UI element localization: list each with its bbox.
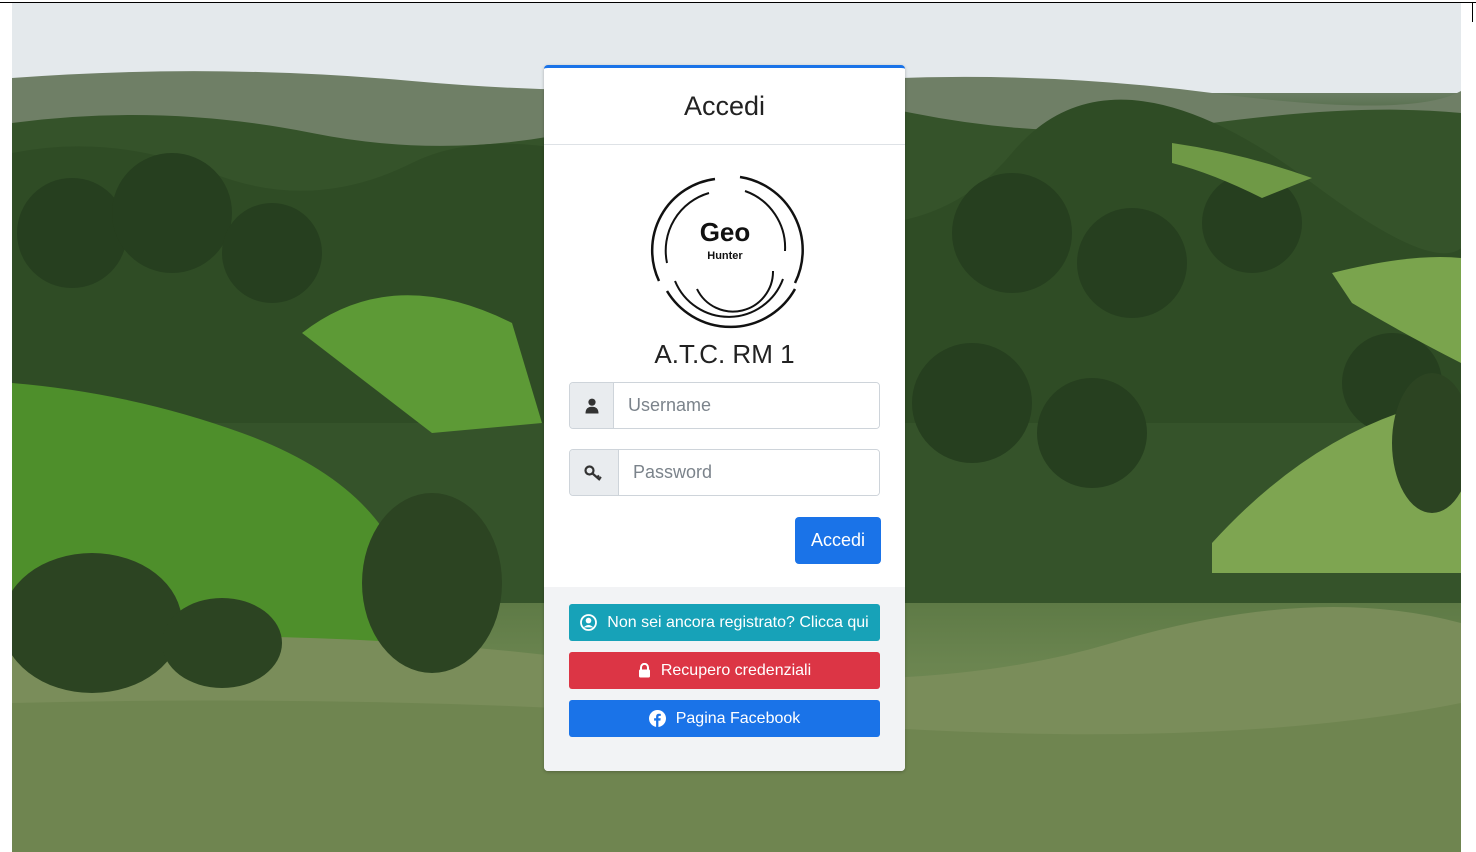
recover-credentials-button[interactable]: Recupero credenziali — [569, 652, 880, 689]
login-card: Accedi Geo Hunter A.T.C. RM 1 Username A… — [544, 65, 905, 771]
recover-label: Recupero credenziali — [660, 661, 812, 679]
geo-hunter-logo: Geo Hunter — [645, 171, 805, 331]
card-header: Accedi — [544, 68, 905, 145]
card-title: Accedi — [683, 90, 766, 121]
username-input[interactable] — [614, 383, 879, 428]
logo-rings: Geo Hunter — [650, 175, 804, 329]
logo-text-sub: Hunter — [707, 250, 743, 262]
register-button[interactable]: Non sei ancora registrato? Clicca qui — [569, 604, 880, 641]
page-frame: Accedi Geo Hunter A.T.C. RM 1 Username A… — [0, 0, 1476, 852]
password-group — [569, 449, 880, 496]
facebook-icon — [648, 710, 666, 727]
password-input[interactable] — [619, 450, 879, 495]
username-group — [569, 382, 880, 429]
register-label: Non sei ancora registrato? Clicca qui — [607, 613, 869, 631]
user-circle-icon — [580, 614, 598, 631]
frame-border-right — [1472, 2, 1473, 22]
logo-text-main: Geo — [700, 217, 751, 247]
key-icon — [570, 450, 619, 495]
login-button[interactable]: Accedi — [795, 517, 881, 564]
user-icon — [570, 383, 614, 428]
facebook-label: Pagina Facebook — [675, 709, 801, 727]
facebook-page-button[interactable]: Pagina Facebook — [569, 700, 880, 737]
card-footer: Non sei ancora registrato? Clicca qui Re… — [544, 587, 905, 771]
app-name: A.T.C. RM 1 — [654, 339, 795, 369]
lock-icon — [638, 663, 651, 678]
